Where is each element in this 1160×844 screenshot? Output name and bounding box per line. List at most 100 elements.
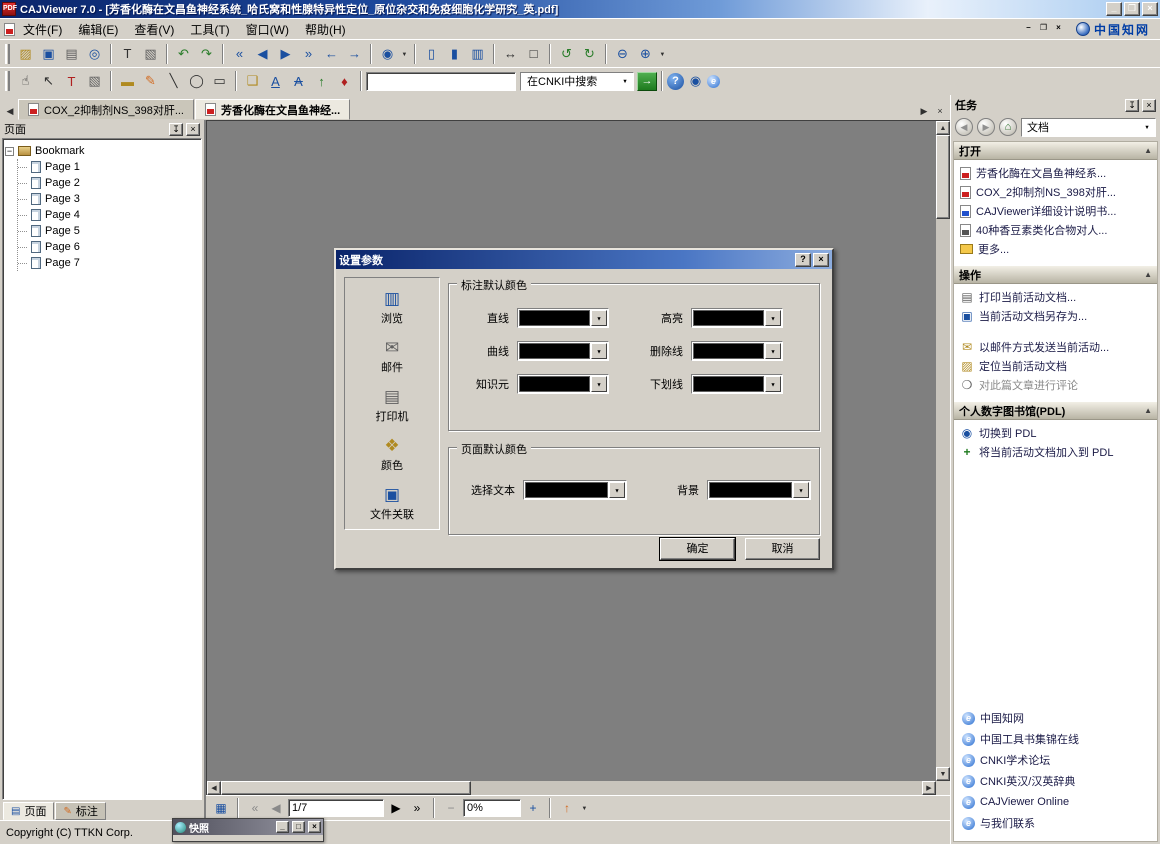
tab-aromatase-document[interactable]: 芳香化酶在文昌鱼神经... <box>195 99 350 120</box>
text-select-icon[interactable]: T <box>116 43 139 65</box>
page-number-input[interactable] <box>288 799 384 817</box>
snapshot-title-bar[interactable]: 快照 _ □ × <box>173 819 323 835</box>
arrow-tool-icon[interactable]: ↑ <box>310 70 333 92</box>
email-current-doc[interactable]: ✉以邮件方式发送当前活动... <box>960 339 1155 355</box>
find-dropdown-icon[interactable] <box>399 43 410 65</box>
text-tool-icon[interactable]: T <box>60 70 83 92</box>
restore-button[interactable]: ❐ <box>1124 2 1140 16</box>
collapse-icon[interactable]: ▲ <box>1144 270 1152 279</box>
recent-doc-2[interactable]: COX_2抑制剂NS_398对肝... <box>960 184 1155 200</box>
pin-icon[interactable]: ↧ <box>1125 99 1139 112</box>
add-doc-to-pdl[interactable]: +将当前活动文档加入到 PDL <box>960 444 1155 460</box>
rect-tool-icon[interactable]: ▭ <box>208 70 231 92</box>
category-color[interactable]: ❖ 颜色 <box>381 437 403 473</box>
task-scope-select[interactable]: 文档 <box>1021 118 1156 137</box>
first-page-icon[interactable]: « <box>246 799 264 817</box>
continuous-page-icon[interactable]: ▮ <box>443 43 466 65</box>
section-actions-header[interactable]: 操作 ▲ <box>954 266 1157 284</box>
image-select-icon[interactable]: ▧ <box>139 43 162 65</box>
print-current-doc[interactable]: ▤打印当前活动文档... <box>960 289 1155 305</box>
section-open-header[interactable]: 打开 ▲ <box>954 142 1157 160</box>
locate-current-doc[interactable]: ▨定位当前活动文档 <box>960 358 1155 374</box>
link-reference-books[interactable]: e中国工具书集锦在线 <box>962 731 1155 747</box>
tree-item-page7[interactable]: Page 7 <box>18 255 199 271</box>
redo-icon[interactable]: ↷ <box>195 43 218 65</box>
last-page-icon[interactable]: » <box>297 43 320 65</box>
save-current-doc-as[interactable]: ▣当前活动文档另存为... <box>960 308 1155 324</box>
zoom-dropdown-icon[interactable] <box>657 43 668 65</box>
link-cnki[interactable]: e中国知网 <box>962 710 1155 726</box>
toolbar-grip[interactable] <box>5 44 10 64</box>
tree-root-bookmark[interactable]: Bookmark <box>5 143 199 159</box>
go-up-icon[interactable]: ↑ <box>558 799 576 817</box>
link-cnki-forum[interactable]: eCNKI学术论坛 <box>962 752 1155 768</box>
vertical-scroll-thumb[interactable] <box>936 135 950 219</box>
menu-file[interactable]: 文件(F) <box>15 19 70 40</box>
link-cajviewer-online[interactable]: eCAJViewer Online <box>962 794 1155 810</box>
doc-minimize-button[interactable]: – <box>1021 23 1036 36</box>
tab-scroll-right-icon[interactable]: ▶ <box>916 102 932 120</box>
line-color-select[interactable] <box>517 308 609 328</box>
fit-page-icon[interactable]: □ <box>522 43 545 65</box>
highlight-color-select[interactable] <box>691 308 783 328</box>
tree-item-page6[interactable]: Page 6 <box>18 239 199 255</box>
next-page-icon[interactable]: ▶ <box>387 799 405 817</box>
link-dictionary[interactable]: eCNKI英汉/汉英辞典 <box>962 773 1155 789</box>
fit-width-icon[interactable]: ↔ <box>499 43 522 65</box>
snapshot-minimize-button[interactable]: _ <box>276 821 289 833</box>
recent-doc-4[interactable]: 40种香豆素类化合物对人... <box>960 222 1155 238</box>
category-mail[interactable]: ✉ 邮件 <box>381 339 403 375</box>
rotate-right-icon[interactable]: ↻ <box>578 43 601 65</box>
tab-cox2-document[interactable]: COX_2抑制剂NS_398对肝... <box>18 99 194 120</box>
close-icon[interactable]: × <box>186 123 200 136</box>
doc-close-button[interactable]: × <box>1051 23 1066 36</box>
find-icon[interactable]: ◉ <box>376 43 399 65</box>
search-go-button[interactable]: → <box>637 72 657 91</box>
dialog-help-button[interactable]: ? <box>795 253 811 267</box>
help-icon[interactable]: ? <box>667 73 684 90</box>
chevron-down-icon[interactable] <box>591 310 607 326</box>
zoom-in-icon[interactable]: ⊕ <box>634 43 657 65</box>
close-icon[interactable]: × <box>1142 99 1156 112</box>
back-view-icon[interactable]: ← <box>320 43 343 65</box>
select-tool-icon[interactable]: ↖ <box>37 70 60 92</box>
vertical-scrollbar[interactable]: ▲ ▼ <box>936 121 950 781</box>
tab-annotations[interactable]: ✎ 标注 <box>55 802 105 820</box>
collapse-icon[interactable]: ▲ <box>1144 406 1152 415</box>
strikeout-color-select[interactable] <box>691 341 783 361</box>
ellipse-tool-icon[interactable]: ◯ <box>185 70 208 92</box>
minimize-button[interactable]: _ <box>1106 2 1122 16</box>
view-mode-icon[interactable]: ▦ <box>212 799 230 817</box>
dialog-close-button[interactable]: × <box>813 253 829 267</box>
chevron-down-icon[interactable] <box>591 376 607 392</box>
snapshot-close-button[interactable]: × <box>308 821 321 833</box>
back-icon[interactable]: ◀ <box>955 118 973 136</box>
cnki-search-input[interactable] <box>366 72 516 91</box>
highlight-tool-icon[interactable]: ▬ <box>116 70 139 92</box>
snapshot-maximize-button[interactable]: □ <box>292 821 305 833</box>
save-icon[interactable]: ▣ <box>37 43 60 65</box>
print-preview-icon[interactable]: ◎ <box>83 43 106 65</box>
next-page-icon[interactable]: ▶ <box>274 43 297 65</box>
pencil-tool-icon[interactable]: ✎ <box>139 70 162 92</box>
tree-item-page3[interactable]: Page 3 <box>18 191 199 207</box>
document-area[interactable]: 设置参数 ? × ▥ 浏览 ✉ 邮件 ▤ 打印机 ❖ 颜 <box>206 120 950 795</box>
menu-window[interactable]: 窗口(W) <box>238 19 297 40</box>
background-color-select[interactable] <box>707 480 811 500</box>
cnki-brand[interactable]: 中国知网 <box>1076 21 1156 38</box>
scroll-left-icon[interactable]: ◀ <box>207 781 221 795</box>
open-icon[interactable]: ▨ <box>14 43 37 65</box>
menu-tools[interactable]: 工具(T) <box>182 19 237 40</box>
zoom-level-input[interactable] <box>463 799 521 817</box>
category-printer[interactable]: ▤ 打印机 <box>376 388 409 424</box>
line-tool-icon[interactable]: ╲ <box>162 70 185 92</box>
chevron-down-icon[interactable] <box>609 482 625 498</box>
tree-item-page5[interactable]: Page 5 <box>18 223 199 239</box>
tab-scroll-left-icon[interactable]: ◀ <box>2 102 18 120</box>
rotate-left-icon[interactable]: ↺ <box>555 43 578 65</box>
ok-button[interactable]: 确定 <box>660 538 735 560</box>
home-icon[interactable]: ⌂ <box>999 118 1017 136</box>
prev-page-icon[interactable]: ◀ <box>251 43 274 65</box>
chevron-down-icon[interactable] <box>1139 119 1155 136</box>
snapshot-window[interactable]: 快照 _ □ × <box>172 818 324 842</box>
